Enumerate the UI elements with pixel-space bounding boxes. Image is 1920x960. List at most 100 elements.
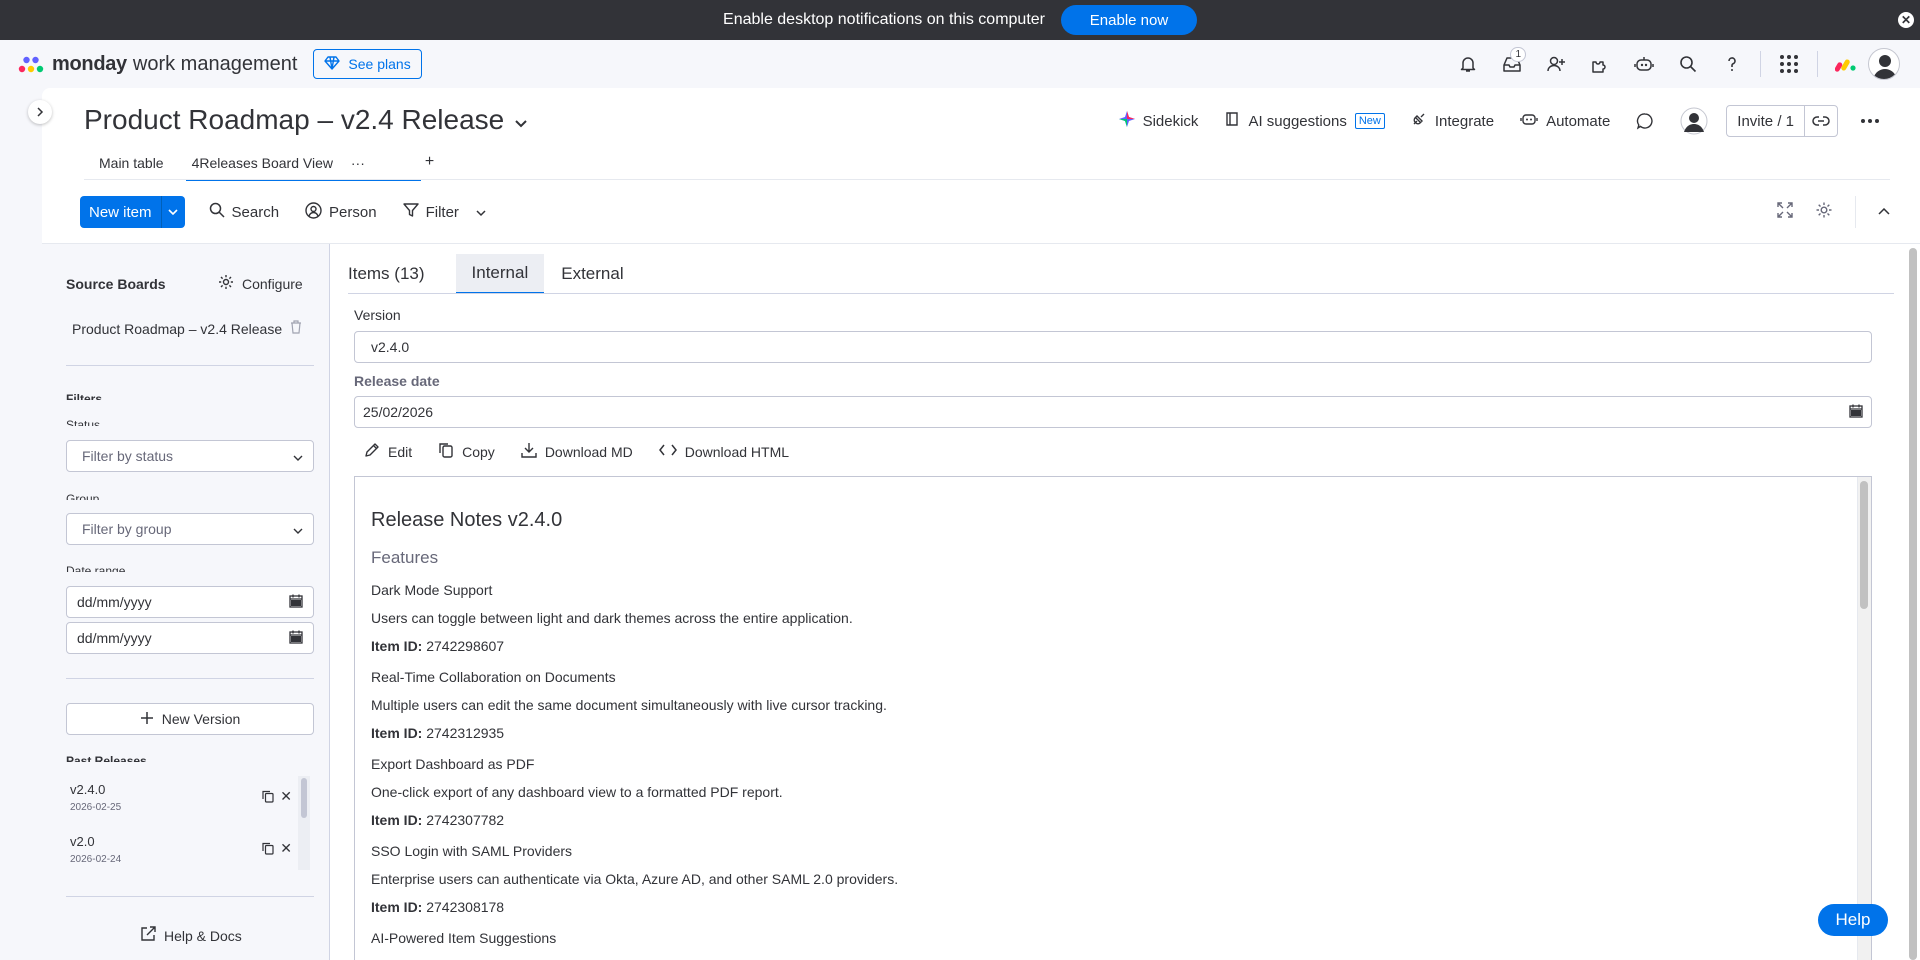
settings-gear-icon[interactable]	[1815, 201, 1833, 224]
calendar-icon[interactable]	[289, 630, 303, 647]
invite-members-icon[interactable]	[1534, 44, 1578, 84]
tab-internal[interactable]: Internal	[455, 254, 545, 294]
ai-assistant-icon[interactable]	[1622, 44, 1666, 84]
version-input[interactable]: v2.4.0	[354, 331, 1872, 363]
date-from-input[interactable]: dd/mm/yyyy	[66, 586, 314, 618]
release-item[interactable]: v2.0 2026-02-24 ✕	[66, 828, 314, 876]
tab-releases-board-view[interactable]: 4Releases Board View ···	[180, 155, 422, 181]
bell-icon[interactable]	[1446, 44, 1490, 84]
ai-suggestions-button[interactable]: AI suggestions New	[1224, 111, 1385, 131]
feature-description: Users can toggle between light and dark …	[371, 610, 853, 626]
calendar-icon[interactable]	[1849, 404, 1863, 421]
gear-icon	[218, 274, 234, 293]
tab-main-table[interactable]: Main table	[84, 155, 180, 180]
chevron-down-icon[interactable]	[476, 204, 486, 221]
diamond-icon	[324, 55, 341, 73]
chevron-down-icon[interactable]	[514, 104, 528, 136]
avatar[interactable]	[1868, 48, 1900, 80]
tab-items[interactable]: Items (13)	[348, 254, 439, 294]
item-id-value: 2742308178	[426, 899, 505, 915]
more-options-icon[interactable]	[1860, 118, 1880, 124]
collapse-header-icon[interactable]	[1878, 203, 1890, 221]
copy-icon[interactable]	[262, 842, 274, 860]
release-item[interactable]: v2.4.0 2026-02-25 ✕	[66, 776, 314, 824]
new-item-button[interactable]: New item	[80, 196, 161, 228]
release-date-input[interactable]: 25/02/2026	[354, 396, 1872, 428]
person-filter-button[interactable]: Person	[305, 201, 377, 223]
code-icon	[658, 443, 677, 460]
enable-now-button[interactable]: Enable now	[1060, 5, 1197, 35]
chevron-down-icon[interactable]	[160, 196, 185, 228]
copy-icon[interactable]	[262, 790, 274, 808]
release-notes-title: Release Notes v2.4.0	[371, 509, 563, 531]
trash-icon[interactable]	[290, 320, 302, 337]
app-switcher-icon[interactable]	[1767, 44, 1811, 84]
filter-button[interactable]: Filter	[402, 202, 486, 222]
copy-label: Copy	[462, 443, 495, 460]
board-owner-avatar[interactable]	[1680, 107, 1708, 135]
feature-item: Export Dashboard as PDF One-click export…	[371, 755, 1831, 842]
divider	[1855, 196, 1856, 228]
source-board-item: Product Roadmap – v2.4 Release	[72, 320, 302, 337]
inbox-icon[interactable]: 1	[1490, 44, 1534, 84]
item-id-value: 2742298607	[426, 638, 505, 654]
brand-name: monday	[52, 52, 127, 75]
divider	[1817, 51, 1818, 77]
copy-button[interactable]: Copy	[438, 442, 495, 461]
close-icon[interactable]: ✕	[280, 788, 292, 805]
help-icon[interactable]	[1710, 44, 1754, 84]
help-docs-label: Help & Docs	[164, 927, 242, 944]
source-boards-heading: Source Boards	[66, 276, 166, 292]
download-md-label: Download MD	[544, 443, 633, 460]
preview-scrollbar-thumb[interactable]	[1860, 481, 1868, 609]
close-icon[interactable]: ✕	[280, 840, 292, 857]
toolbar-right	[1777, 196, 1890, 228]
board-title[interactable]: Product Roadmap – v2.4 Release	[84, 104, 528, 136]
expand-sidebar-icon[interactable]	[28, 100, 52, 124]
download-md-button[interactable]: Download MD	[521, 442, 633, 461]
new-version-button[interactable]: New Version	[66, 703, 314, 735]
fullscreen-icon[interactable]	[1777, 201, 1793, 223]
preview-content: Release Notes v2.4.0 Features Dark Mode …	[371, 509, 1831, 957]
copy-icon	[438, 442, 454, 461]
help-docs-link[interactable]: Help & Docs	[140, 926, 242, 945]
add-view-button[interactable]: +	[381, 153, 450, 180]
release-notes-preview[interactable]: Release Notes v2.4.0 Features Dark Mode …	[354, 476, 1872, 960]
releases-scrollbar-thumb[interactable]	[301, 778, 307, 818]
divider	[84, 179, 1890, 180]
invite-button[interactable]: Invite / 1	[1726, 105, 1838, 137]
edit-button[interactable]: Edit	[364, 442, 412, 461]
tab-external[interactable]: External	[561, 254, 637, 294]
feature-description: One-click export of any dashboard view t…	[371, 784, 783, 800]
link-icon[interactable]	[1805, 115, 1837, 127]
updates-icon[interactable]	[1636, 112, 1654, 130]
divider	[66, 678, 314, 679]
calendar-icon[interactable]	[289, 594, 303, 611]
tab-more-icon[interactable]: ···	[351, 155, 365, 171]
ai-suggestions-label: AI suggestions	[1248, 112, 1347, 130]
apps-icon[interactable]	[1578, 44, 1622, 84]
item-id-label: Item ID:	[371, 899, 423, 915]
item-id-value: 2742312935	[426, 725, 505, 741]
search-button[interactable]: Search	[209, 202, 279, 222]
item-id-label: Item ID:	[371, 812, 423, 828]
search-icon[interactable]	[1666, 44, 1710, 84]
close-icon[interactable]: ✕	[1898, 12, 1914, 28]
automate-icon	[1520, 111, 1538, 131]
automate-button[interactable]: Automate	[1520, 111, 1610, 131]
monday-logo[interactable]: monday work management	[18, 51, 297, 77]
download-html-button[interactable]: Download HTML	[658, 443, 789, 460]
date-to-input[interactable]: dd/mm/yyyy	[66, 622, 314, 654]
sidekick-button[interactable]: Sidekick	[1118, 111, 1198, 131]
configure-button[interactable]: Configure	[218, 274, 303, 293]
feature-item: Dark Mode Support Users can toggle betwe…	[371, 581, 1831, 668]
group-filter-select[interactable]: Filter by group	[66, 513, 314, 545]
page-scrollbar-thumb[interactable]	[1909, 248, 1917, 960]
divider	[66, 896, 314, 897]
status-filter-select[interactable]: Filter by status	[66, 440, 314, 472]
help-button[interactable]: Help	[1818, 904, 1888, 936]
monday-products-icon[interactable]	[1824, 44, 1868, 84]
source-board-name: Product Roadmap – v2.4 Release	[72, 320, 283, 337]
see-plans-button[interactable]: See plans	[313, 49, 422, 79]
integrate-button[interactable]: Integrate	[1411, 111, 1494, 131]
